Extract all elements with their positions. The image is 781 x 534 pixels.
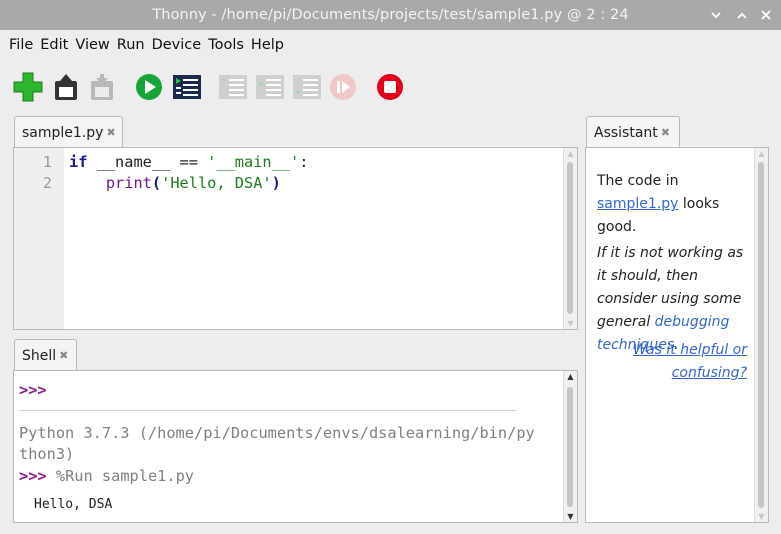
menu-help[interactable]: Help — [251, 37, 284, 53]
code-line[interactable]: if __name__ == '__main__': — [69, 153, 308, 171]
new-file-icon[interactable] — [12, 71, 44, 103]
paren: ( — [151, 174, 162, 192]
line-number: 1 — [42, 153, 52, 171]
scroll-down-icon[interactable]: ▼ — [564, 512, 577, 521]
step-over-icon[interactable] — [217, 71, 249, 103]
feedback-link[interactable]: Was it helpful or confusing? — [633, 342, 747, 381]
menu-device[interactable]: Device — [152, 37, 202, 53]
python-version-line: Python 3.7.3 (/home/pi/Documents/envs/ds… — [19, 424, 535, 442]
assistant-message: The code in sample1.py looks good. — [597, 170, 757, 239]
code-text: : — [299, 153, 309, 171]
tab-label: Shell — [22, 347, 57, 364]
program-output: Hello, DSA — [34, 497, 113, 512]
menu-file[interactable]: File — [9, 37, 33, 53]
assistant-panel: The code in sample1.py looks good. If it… — [585, 147, 769, 523]
menu-view[interactable]: View — [75, 37, 109, 53]
scroll-up-icon[interactable]: ▲ — [755, 149, 768, 158]
open-file-icon[interactable] — [50, 71, 82, 103]
python-version-line: thon3) — [19, 445, 75, 463]
assistant-scrollbar[interactable]: ▲ ▼ — [754, 148, 768, 522]
minimize-icon[interactable] — [707, 5, 725, 25]
menu-run[interactable]: Run — [117, 37, 145, 53]
keyword: if — [69, 153, 88, 171]
shell-panel[interactable]: >>> ____________________________________… — [13, 370, 578, 523]
menu-edit[interactable]: Edit — [40, 37, 68, 53]
close-tab-icon[interactable]: ✖ — [661, 126, 670, 139]
line-number-gutter: 1 2 — [14, 148, 64, 329]
assistant-text: The code in — [597, 173, 679, 189]
save-file-icon[interactable] — [86, 71, 118, 103]
scroll-up-icon[interactable]: ▲ — [564, 149, 577, 158]
close-icon[interactable] — [757, 5, 775, 25]
menu-tools[interactable]: Tools — [208, 37, 244, 53]
function-name: print — [105, 174, 152, 192]
editor-scrollbar[interactable]: ▲ ▼ — [563, 148, 577, 329]
string-literal: '__main__' — [207, 153, 300, 171]
scrollbar-thumb[interactable] — [567, 387, 573, 507]
close-tab-icon[interactable]: ✖ — [106, 126, 115, 139]
shell-separator: ________________________________________… — [19, 393, 517, 411]
shell-command-line: >>> %Run sample1.py — [19, 467, 194, 485]
scroll-up-icon[interactable]: ▲ — [564, 372, 577, 381]
scrollbar-thumb[interactable] — [567, 162, 573, 314]
run-icon[interactable] — [133, 71, 165, 103]
scroll-down-icon[interactable]: ▼ — [564, 319, 577, 328]
stop-icon[interactable] — [374, 71, 406, 103]
code-editor[interactable]: 1 2 if __name__ == '__main__': print('He… — [13, 147, 578, 330]
tab-label: sample1.py — [22, 124, 104, 141]
code-line[interactable]: print('Hello, DSA') — [69, 174, 281, 192]
tab-shell[interactable]: Shell ✖ — [14, 339, 77, 371]
maximize-icon[interactable] — [733, 5, 751, 25]
toolbar — [0, 65, 781, 109]
code-text: __name__ == — [87, 153, 208, 171]
shell-prompt: >>> — [19, 467, 47, 485]
step-into-icon[interactable] — [254, 71, 286, 103]
tab-label: Assistant — [594, 124, 658, 141]
scroll-down-icon[interactable]: ▼ — [755, 512, 768, 521]
menu-bar: File Edit View Run Device Tools Help — [0, 30, 781, 60]
scrollbar-thumb[interactable] — [758, 162, 764, 508]
resume-icon[interactable] — [327, 71, 359, 103]
paren: ) — [271, 174, 281, 192]
line-number: 2 — [42, 174, 52, 192]
debug-icon[interactable] — [171, 71, 203, 103]
step-out-icon[interactable] — [291, 71, 323, 103]
tab-assistant[interactable]: Assistant ✖ — [586, 116, 680, 148]
feedback-block: Was it helpful or confusing? — [597, 339, 747, 385]
window-titlebar: Thonny - /home/pi/Documents/projects/tes… — [0, 0, 781, 30]
string-literal: 'Hello, DSA' — [161, 174, 272, 192]
close-tab-icon[interactable]: ✖ — [59, 349, 68, 362]
window-title: Thonny - /home/pi/Documents/projects/tes… — [152, 7, 629, 23]
run-command: %Run sample1.py — [55, 467, 195, 485]
file-link[interactable]: sample1.py — [597, 196, 678, 212]
tab-sample1[interactable]: sample1.py ✖ — [14, 116, 123, 148]
shell-scrollbar[interactable]: ▲ ▼ — [563, 371, 577, 522]
